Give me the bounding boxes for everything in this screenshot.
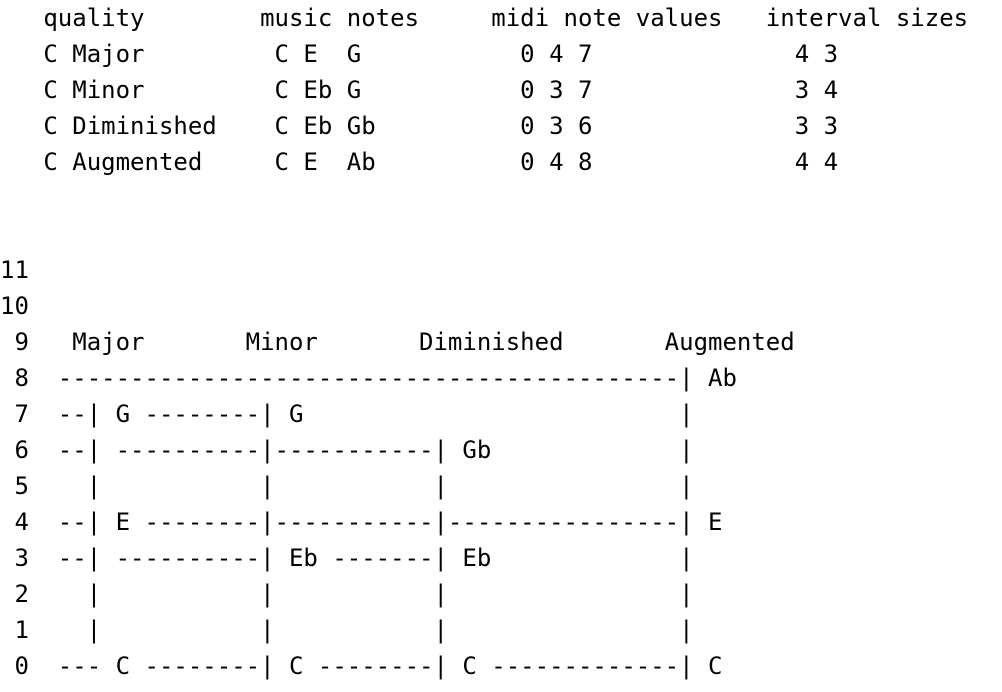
chord-ascii-diagram: 11 10 9 Major Minor Diminished Augmented … xyxy=(0,252,795,684)
table-row-c-minor: C Minor C Eb G 0 3 7 3 4 xyxy=(0,76,839,104)
chord-quality-table: quality music notes midi note values int… xyxy=(0,0,968,180)
diagram-row-7: 7 --| G --------| G | xyxy=(0,400,694,428)
diagram-row-3: 3 --| ----------| Eb -------| Eb | xyxy=(0,544,694,572)
diagram-row-8: 8 --------------------------------------… xyxy=(0,364,737,392)
table-row-c-augmented: C Augmented C E Ab 0 4 8 4 4 xyxy=(0,148,839,176)
table-row-c-major: C Major C E G 0 4 7 4 3 xyxy=(0,40,839,68)
diagram-row-6: 6 --| ----------|-----------| Gb | xyxy=(0,436,694,464)
diagram-row-11: 11 xyxy=(0,256,29,284)
diagram-row-4: 4 --| E --------|-----------|-----------… xyxy=(0,508,723,536)
diagram-row-10: 10 xyxy=(0,292,29,320)
table-row-c-diminished: C Diminished C Eb Gb 0 3 6 3 3 xyxy=(0,112,839,140)
terminal-output: quality music notes midi note values int… xyxy=(0,0,1002,692)
table-header-row: quality music notes midi note values int… xyxy=(0,4,969,32)
diagram-row-2: 2 | | | | xyxy=(0,580,694,608)
diagram-row-1: 1 | | | | xyxy=(0,616,694,644)
diagram-row-5: 5 | | | | xyxy=(0,472,694,500)
diagram-row-0: 0 --- C --------| C --------| C --------… xyxy=(0,652,723,680)
diagram-row-9-headers: 9 Major Minor Diminished Augmented xyxy=(0,328,795,356)
